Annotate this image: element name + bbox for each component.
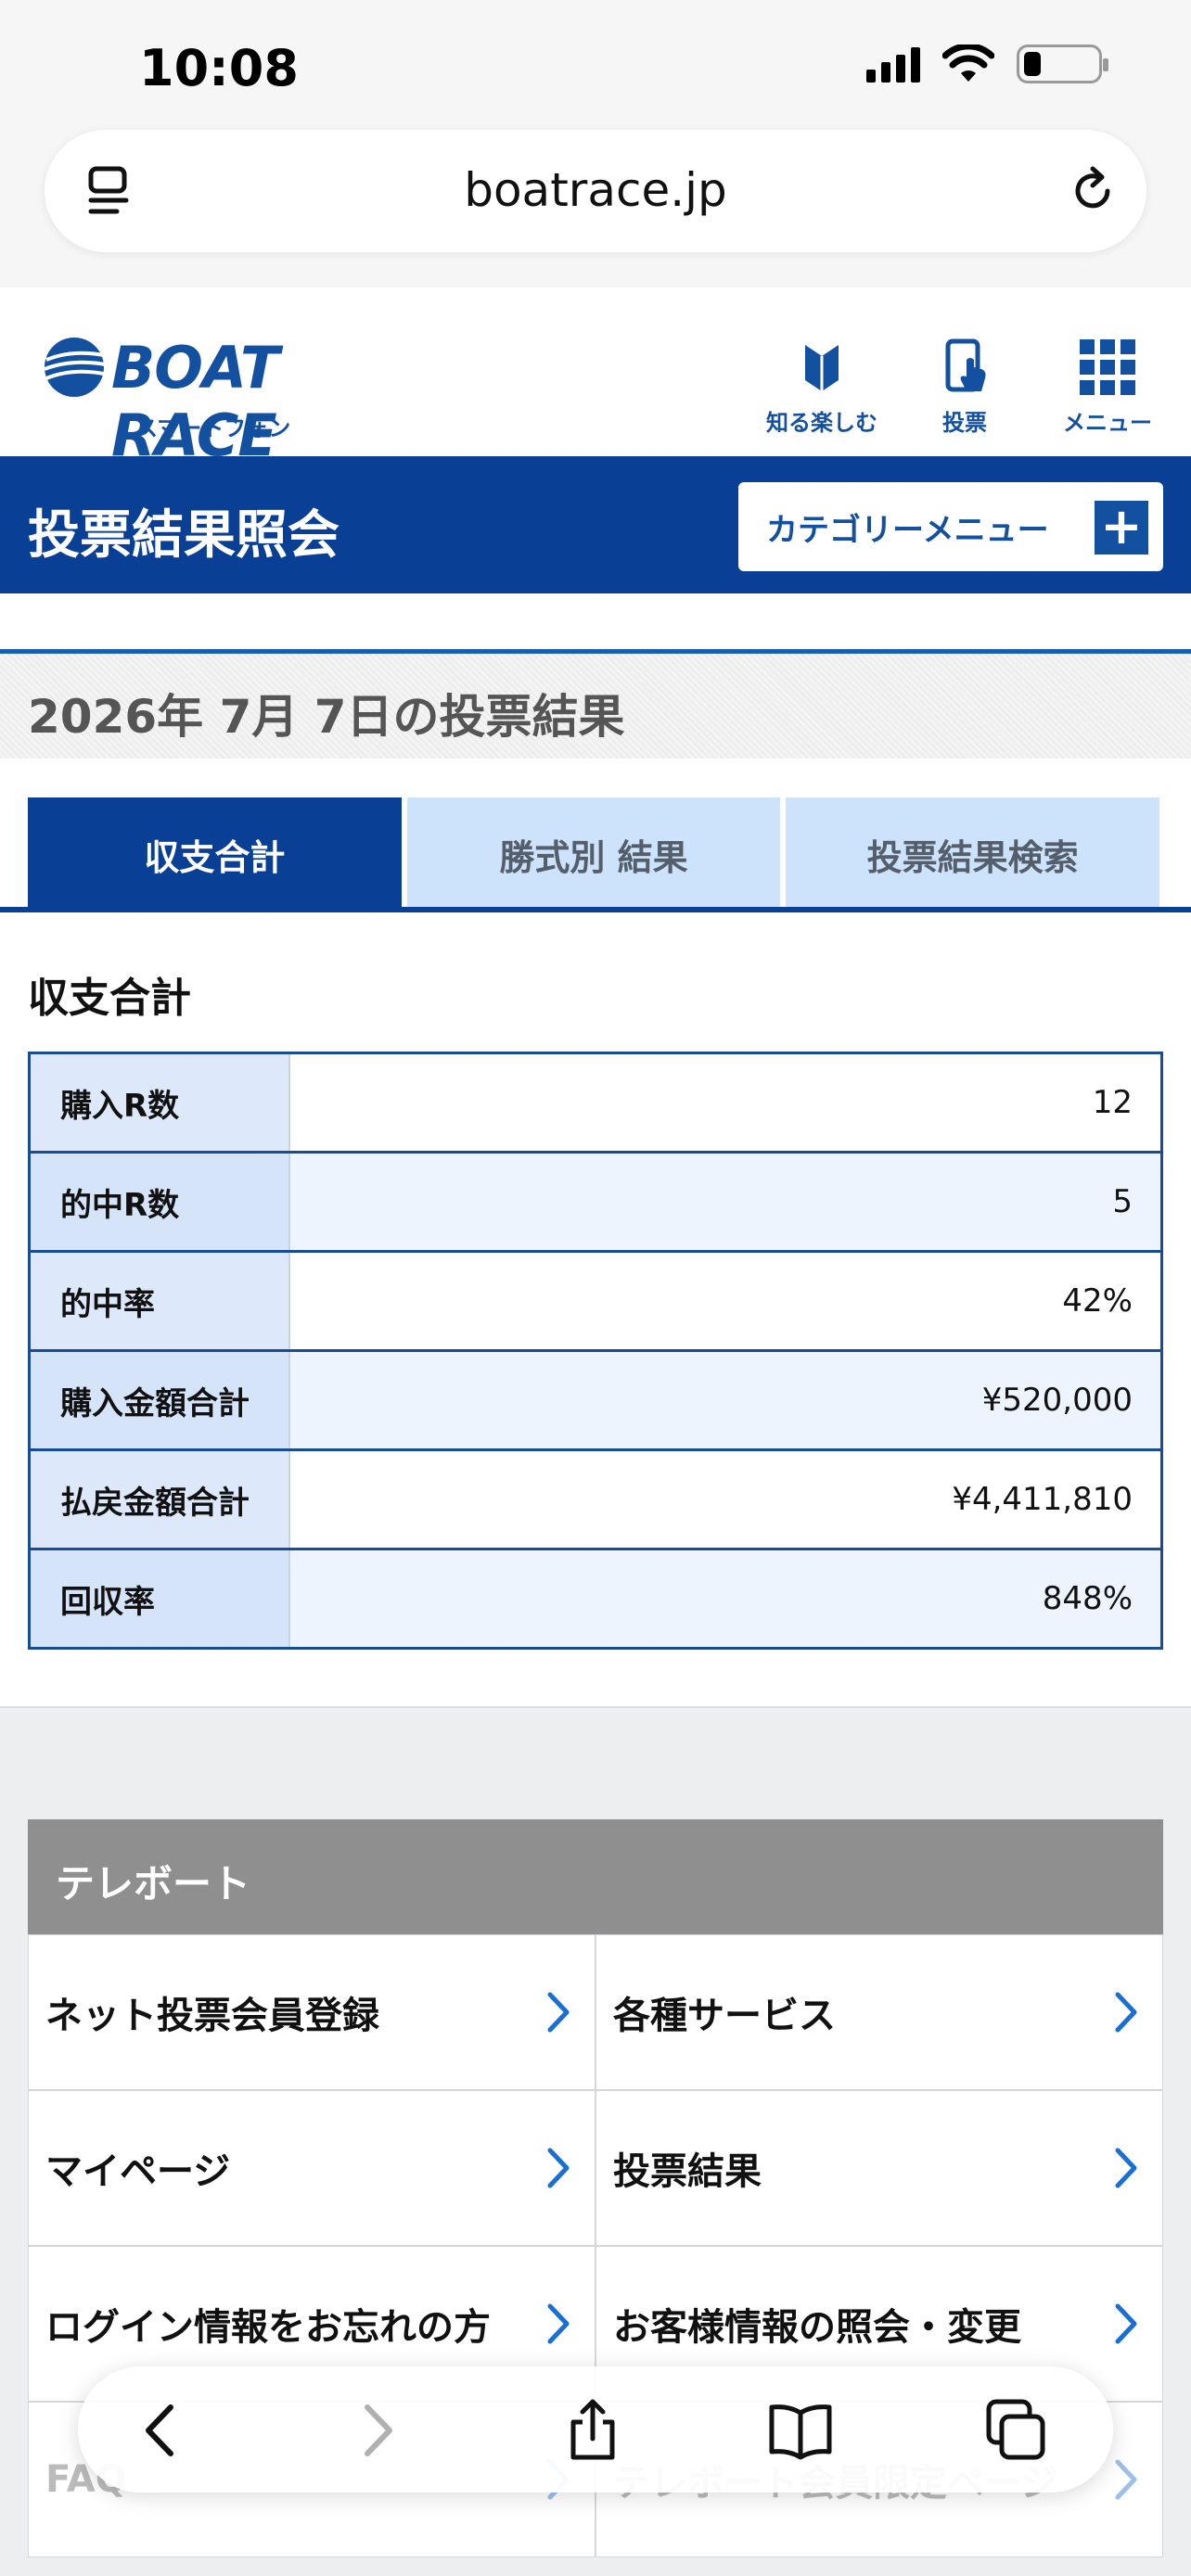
row-value: 12 bbox=[288, 1052, 1162, 1154]
page-title: 投票結果照会 bbox=[28, 505, 339, 566]
link-net-vote-registration[interactable]: ネット投票会員登録 bbox=[28, 1934, 596, 2090]
date-heading-text: 2026年 7月 7日の投票結果 bbox=[28, 690, 625, 744]
boatrace-logo[interactable]: BOAT RACE スマートフォン bbox=[43, 334, 414, 469]
teleboat-header: テレボート bbox=[28, 1819, 1163, 1934]
site-header: BOAT RACE スマートフォン 知る楽しむ 投票 メニュー bbox=[0, 306, 1191, 469]
cellular-signal-icon bbox=[866, 45, 920, 83]
chevron-right-icon bbox=[547, 1992, 570, 2033]
page-title-bar: 投票結果照会 カテゴリーメニュー + bbox=[0, 456, 1191, 593]
teleboat-title: テレボート bbox=[56, 1861, 251, 1906]
chevron-right-icon bbox=[1115, 1992, 1137, 2033]
row-label: 回収率 bbox=[29, 1549, 290, 1649]
row-label: 購入R数 bbox=[29, 1052, 290, 1154]
tab-results-by-bet-type[interactable]: 勝式別 結果 bbox=[406, 797, 781, 911]
beginner-mark-icon bbox=[805, 345, 839, 391]
status-bar: 10:08 bbox=[0, 0, 1191, 130]
table-row: 回収率 848% bbox=[29, 1549, 1162, 1649]
wifi-icon bbox=[942, 45, 994, 82]
phone-tap-icon bbox=[945, 338, 986, 392]
forward-icon[interactable] bbox=[343, 2398, 408, 2463]
tab-underline bbox=[0, 907, 1191, 912]
status-time: 10:08 bbox=[139, 39, 299, 97]
tab-balance-total[interactable]: 収支合計 bbox=[28, 797, 402, 911]
nav-vote[interactable]: 投票 bbox=[909, 338, 1020, 437]
share-icon[interactable] bbox=[560, 2398, 625, 2463]
logo-emblem-icon bbox=[44, 338, 110, 397]
browser-toolbar bbox=[78, 2366, 1113, 2493]
link-label: ネット投票会員登録 bbox=[45, 1995, 379, 2037]
url-text[interactable]: boatrace.jp bbox=[45, 163, 1146, 217]
category-menu-label: カテゴリーメニュー bbox=[766, 511, 1049, 549]
table-row: 購入金額合計 ¥520,000 bbox=[29, 1350, 1162, 1451]
address-bar[interactable]: boatrace.jp bbox=[45, 130, 1146, 252]
row-value: ¥4,411,810 bbox=[288, 1449, 1162, 1550]
nav-vote-label: 投票 bbox=[942, 410, 987, 436]
link-vote-results[interactable]: 投票結果 bbox=[596, 2090, 1163, 2246]
nav-menu[interactable]: メニュー bbox=[1052, 338, 1163, 437]
row-value: 848% bbox=[288, 1549, 1162, 1649]
table-row: 的中率 42% bbox=[29, 1251, 1162, 1352]
row-value: ¥520,000 bbox=[288, 1350, 1162, 1451]
row-value: 5 bbox=[288, 1152, 1162, 1253]
link-label: マイページ bbox=[45, 2150, 231, 2193]
row-value: 42% bbox=[288, 1251, 1162, 1352]
logo-text: BOAT RACE bbox=[111, 334, 279, 469]
link-label: ログイン情報をお忘れの方 bbox=[45, 2306, 491, 2349]
section-title: 収支合計 bbox=[28, 975, 191, 1022]
reload-icon[interactable] bbox=[1067, 165, 1119, 217]
link-mypage[interactable]: マイページ bbox=[28, 2090, 596, 2246]
chevron-right-icon bbox=[1115, 2459, 1137, 2500]
status-icons bbox=[866, 45, 1108, 83]
tab-result-search[interactable]: 投票結果検索 bbox=[786, 797, 1160, 911]
battery-icon bbox=[1017, 45, 1108, 83]
table-row: 払戻金額合計 ¥4,411,810 bbox=[29, 1449, 1162, 1550]
chevron-right-icon bbox=[547, 2148, 570, 2188]
summary-table: 購入R数 12 的中R数 5 的中率 42% 購入金額合計 ¥520,000 払… bbox=[28, 1052, 1163, 1650]
nav-learn-label: 知る楽しむ bbox=[766, 410, 877, 436]
row-label: 的中R数 bbox=[29, 1152, 290, 1253]
chevron-right-icon bbox=[1115, 2303, 1137, 2344]
chevron-right-icon bbox=[1115, 2148, 1137, 2188]
link-services[interactable]: 各種サービス bbox=[596, 1934, 1163, 2090]
row-label: 払戻金額合計 bbox=[29, 1449, 290, 1550]
plus-icon: + bbox=[1095, 501, 1148, 555]
back-icon[interactable] bbox=[130, 2398, 195, 2463]
nav-learn[interactable]: 知る楽しむ bbox=[766, 338, 877, 437]
bookmarks-icon[interactable] bbox=[768, 2398, 833, 2463]
chevron-right-icon bbox=[547, 2303, 570, 2344]
row-label: 的中率 bbox=[29, 1251, 290, 1352]
date-heading: 2026年 7月 7日の投票結果 bbox=[0, 649, 1191, 759]
link-label: 各種サービス bbox=[613, 1995, 836, 2037]
category-menu-button[interactable]: カテゴリーメニュー + bbox=[738, 482, 1163, 571]
tabs-icon[interactable] bbox=[983, 2398, 1048, 2463]
logo-subtitle: スマートフォン bbox=[135, 415, 291, 441]
header-nav: 知る楽しむ 投票 メニュー bbox=[766, 338, 1163, 437]
browser-url-area: boatrace.jp bbox=[0, 130, 1191, 287]
nav-menu-label: メニュー bbox=[1063, 410, 1152, 436]
table-row: 的中R数 5 bbox=[29, 1152, 1162, 1253]
table-row: 購入R数 12 bbox=[29, 1052, 1162, 1154]
link-label: 投票結果 bbox=[613, 2150, 762, 2193]
result-tabs: 収支合計 勝式別 結果 投票結果検索 bbox=[28, 797, 1160, 911]
row-label: 購入金額合計 bbox=[29, 1350, 290, 1451]
link-label: お客様情報の照会・変更 bbox=[613, 2306, 1021, 2349]
grid-menu-icon bbox=[1080, 339, 1135, 395]
